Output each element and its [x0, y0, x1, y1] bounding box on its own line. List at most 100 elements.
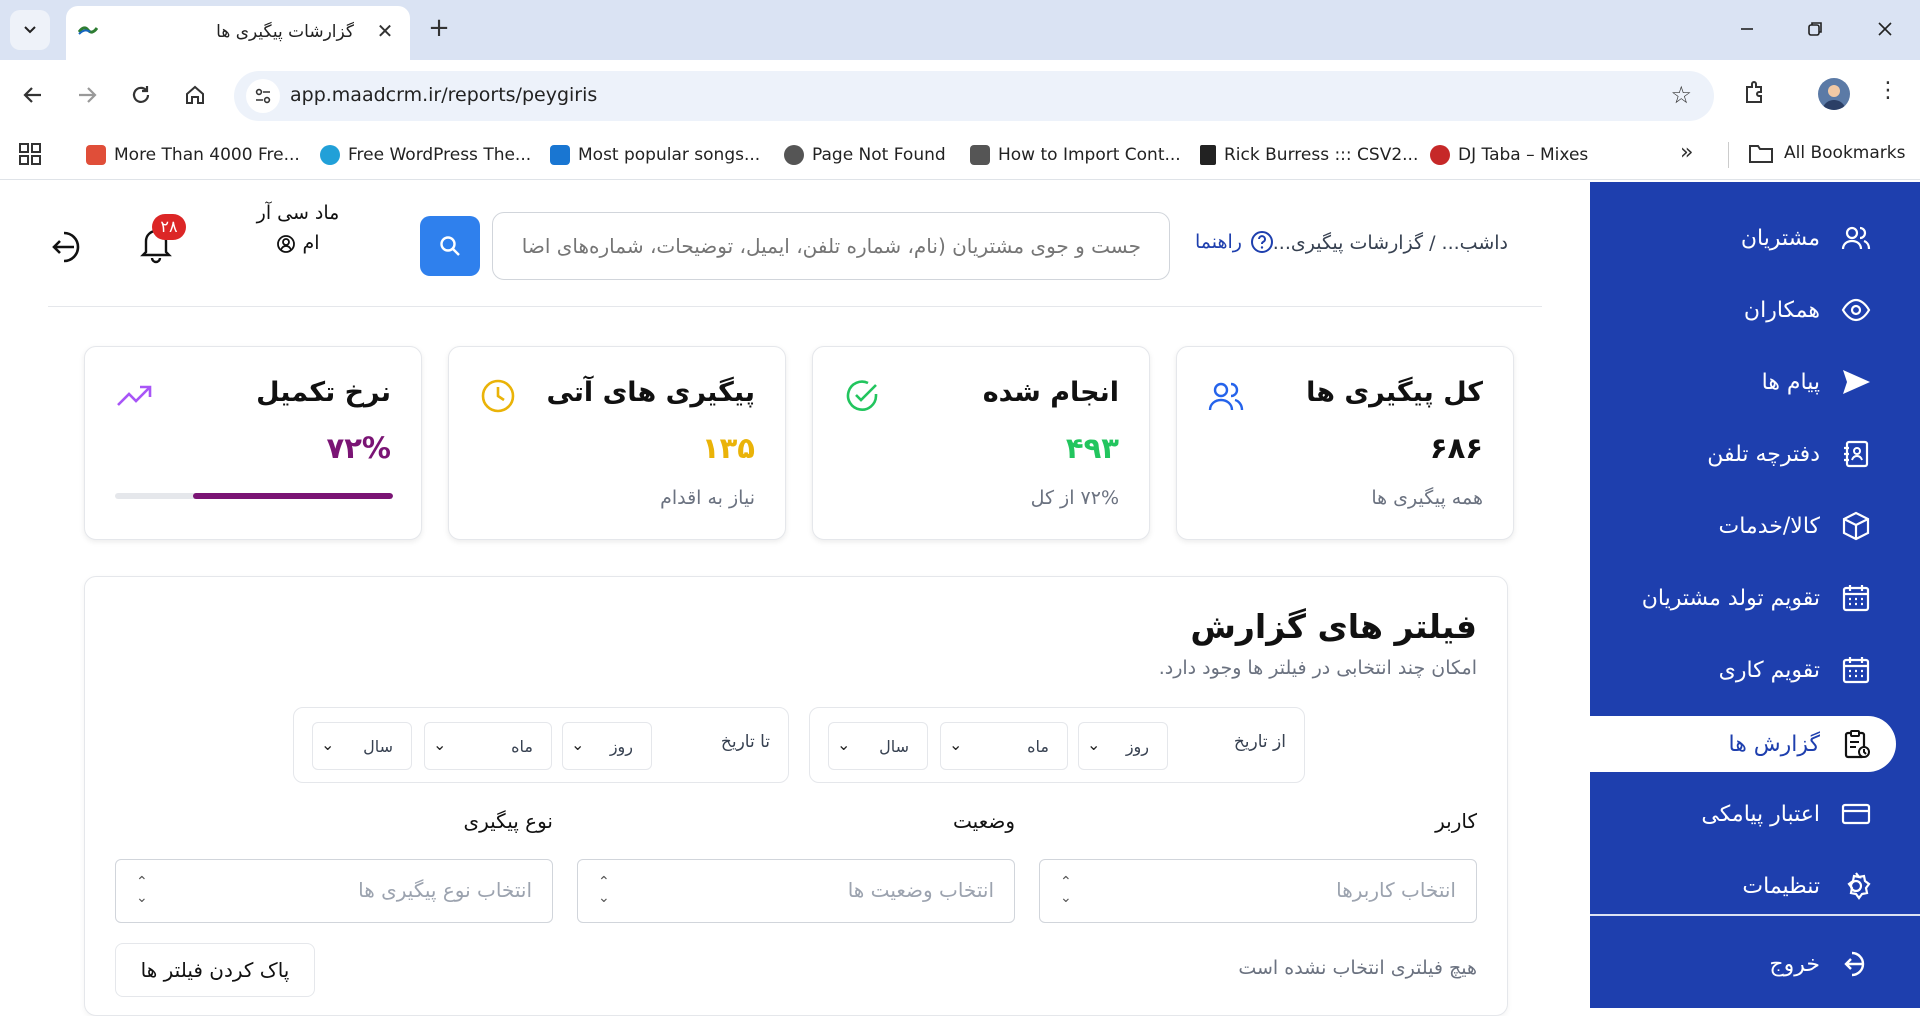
bookmark-item[interactable]: How to Import Cont...: [970, 142, 1181, 168]
tab-search-button[interactable]: [10, 10, 50, 50]
sidebar-item-label: پیام ها: [1761, 369, 1820, 395]
tab-title: گزارشات پیگیری ها: [216, 22, 354, 42]
bookmark-star-icon[interactable]: ☆: [1670, 81, 1692, 109]
from-day-select[interactable]: روز ⌄: [1078, 722, 1168, 770]
browser-menu-icon[interactable]: ⋮: [1876, 78, 1900, 112]
user-multiselect[interactable]: انتخاب کاربرها ⌃ ⌄: [1039, 859, 1477, 923]
chevron-down-icon: [24, 26, 36, 34]
site-favicon-icon: [78, 26, 98, 35]
from-date-label: از تاریخ: [1233, 732, 1286, 752]
all-bookmarks-label: All Bookmarks: [1784, 143, 1906, 163]
sidebar-item-settings[interactable]: تنظیمات: [1590, 858, 1920, 914]
sidebar-item-label: تقویم کاری: [1718, 657, 1820, 683]
user-menu[interactable]: ماد سی آر ام: [256, 198, 340, 258]
restore-icon[interactable]: [1792, 12, 1838, 46]
sidebar-item-reports[interactable]: گزارش ها: [1590, 716, 1896, 772]
site-info-icon[interactable]: [246, 79, 280, 113]
search-button[interactable]: [420, 216, 480, 276]
bookmark-item[interactable]: DJ Taba – Mixes: [1430, 142, 1588, 168]
from-year-select[interactable]: سال ⌄: [828, 722, 928, 770]
sidebar-item-messages[interactable]: پیام ها: [1590, 354, 1920, 410]
globe-icon: [784, 145, 804, 165]
card-title: پیگیری های آتی: [546, 377, 755, 408]
bookmark-label: Most popular songs...: [578, 145, 761, 165]
logout-button[interactable]: خروج: [1590, 936, 1920, 992]
sidebar-item-label: تقویم تولد مشتریان: [1641, 585, 1820, 611]
sidebar-item-phonebook[interactable]: دفترچه تلفن: [1590, 426, 1920, 482]
select-value: روز: [1125, 737, 1149, 756]
chevron-up-down-icon: ⌃ ⌄: [136, 874, 148, 906]
to-day-select[interactable]: روز ⌄: [562, 722, 652, 770]
apps-grid-icon[interactable]: [18, 142, 42, 166]
globe-blue-icon: [320, 145, 340, 165]
dj-icon: [1430, 145, 1450, 165]
select-value: سال: [363, 737, 393, 756]
sidebar-item-customers[interactable]: مشتریان: [1590, 210, 1920, 266]
bookmark-label: Rick Burress ::: CSV2...: [1224, 145, 1419, 165]
bookmark-item[interactable]: Rick Burress ::: CSV2...: [1200, 142, 1418, 168]
extensions-icon[interactable]: [1740, 78, 1774, 112]
select-value: ماه: [511, 737, 533, 756]
status-multiselect[interactable]: انتخاب وضعیت ها ⌃ ⌄: [577, 859, 1015, 923]
help-link[interactable]: راهنما: [1195, 230, 1274, 254]
report-filters-panel: فیلتر های گزارش امکان چند انتخابی در فیل…: [84, 576, 1508, 1016]
back-icon[interactable]: [16, 78, 50, 112]
forward-icon[interactable]: [70, 78, 104, 112]
new-tab-icon[interactable]: +: [424, 14, 454, 44]
chevron-down-icon: ⌄: [837, 735, 851, 754]
logout-icon: [1844, 951, 1865, 977]
card-subtitle: نیاز به اقدام: [660, 487, 755, 509]
help-label: راهنما: [1195, 231, 1242, 253]
main-content: داشب... / گزارشات پیگیری... راهنما ماد س…: [0, 182, 1590, 1016]
sidebar-item-products[interactable]: کالا/خدمات: [1590, 498, 1920, 554]
bookmark-item[interactable]: Free WordPress The...: [320, 142, 531, 168]
bookmark-item[interactable]: More Than 4000 Fre...: [86, 142, 300, 168]
send-icon: [1843, 370, 1870, 394]
logout-label: خروج: [1769, 951, 1820, 977]
to-month-select[interactable]: ماه ⌄: [424, 722, 552, 770]
bookmark-item[interactable]: Page Not Found: [784, 142, 946, 168]
browser-toolbar: app.maadcrm.ir/reports/peygiris ☆ ⋮: [0, 60, 1920, 130]
customer-search-input[interactable]: [492, 212, 1170, 280]
clock-icon: [481, 379, 515, 413]
more-bookmarks-icon[interactable]: »: [1680, 140, 1693, 165]
type-filter-label: نوع پیگیری: [463, 809, 553, 833]
bookmark-item[interactable]: Most popular songs...: [550, 142, 760, 168]
sidebar-item-sms-credit[interactable]: اعتبار پیامکی: [1590, 786, 1920, 842]
profile-avatar[interactable]: [1818, 78, 1850, 110]
chevron-up-down-icon: ⌃ ⌄: [1060, 874, 1072, 906]
card-subtitle: ۷۲% از کل: [1030, 487, 1119, 509]
all-bookmarks-button[interactable]: All Bookmarks: [1748, 142, 1905, 164]
select-value: ماه: [1027, 737, 1049, 756]
search-icon: [440, 236, 460, 256]
box-icon: [1842, 511, 1870, 541]
from-month-select[interactable]: ماه ⌄: [940, 722, 1068, 770]
type-multiselect[interactable]: انتخاب نوع پیگیری ها ⌃ ⌄: [115, 859, 553, 923]
stat-card-completion-rate: نرخ تکمیل ۷۲%: [84, 346, 422, 540]
close-window-icon[interactable]: [1862, 12, 1908, 46]
eye-icon: [1841, 298, 1871, 322]
card-title: کل پیگیری ها: [1306, 377, 1483, 408]
sidebar-item-colleagues[interactable]: همکاران: [1590, 282, 1920, 338]
reload-icon[interactable]: [124, 78, 158, 112]
feather-icon: [1200, 145, 1216, 165]
close-tab-icon[interactable]: ✕: [372, 18, 398, 44]
bookmark-label: Free WordPress The...: [348, 145, 532, 165]
minimize-icon[interactable]: [1724, 12, 1770, 46]
address-bar[interactable]: app.maadcrm.ir/reports/peygiris ☆: [234, 71, 1714, 121]
card-value: ۷۲%: [326, 431, 391, 465]
sidebar-item-birthday-calendar[interactable]: تقویم تولد مشتریان: [1590, 570, 1920, 626]
logout-icon[interactable]: [48, 228, 86, 266]
breadcrumb[interactable]: داشب... / گزارشات پیگیری...: [1273, 232, 1508, 254]
clear-filters-button[interactable]: پاک کردن فیلتر ها: [115, 943, 315, 997]
bookmark-label: DJ Taba – Mixes: [1458, 145, 1589, 165]
browser-tab[interactable]: گزارشات پیگیری ها ✕: [66, 6, 410, 60]
bookmark-label: Page Not Found: [812, 145, 946, 165]
to-year-select[interactable]: سال ⌄: [312, 722, 412, 770]
home-icon[interactable]: [178, 78, 212, 112]
stat-card-total: کل پیگیری ها ۶۸۶ همه پیگیری ها: [1176, 346, 1514, 540]
select-placeholder: انتخاب وضعیت ها: [847, 878, 994, 902]
sidebar-item-label: تنظیمات: [1742, 873, 1820, 899]
users-icon: [1841, 226, 1871, 250]
sidebar-item-work-calendar[interactable]: تقویم کاری: [1590, 642, 1920, 698]
